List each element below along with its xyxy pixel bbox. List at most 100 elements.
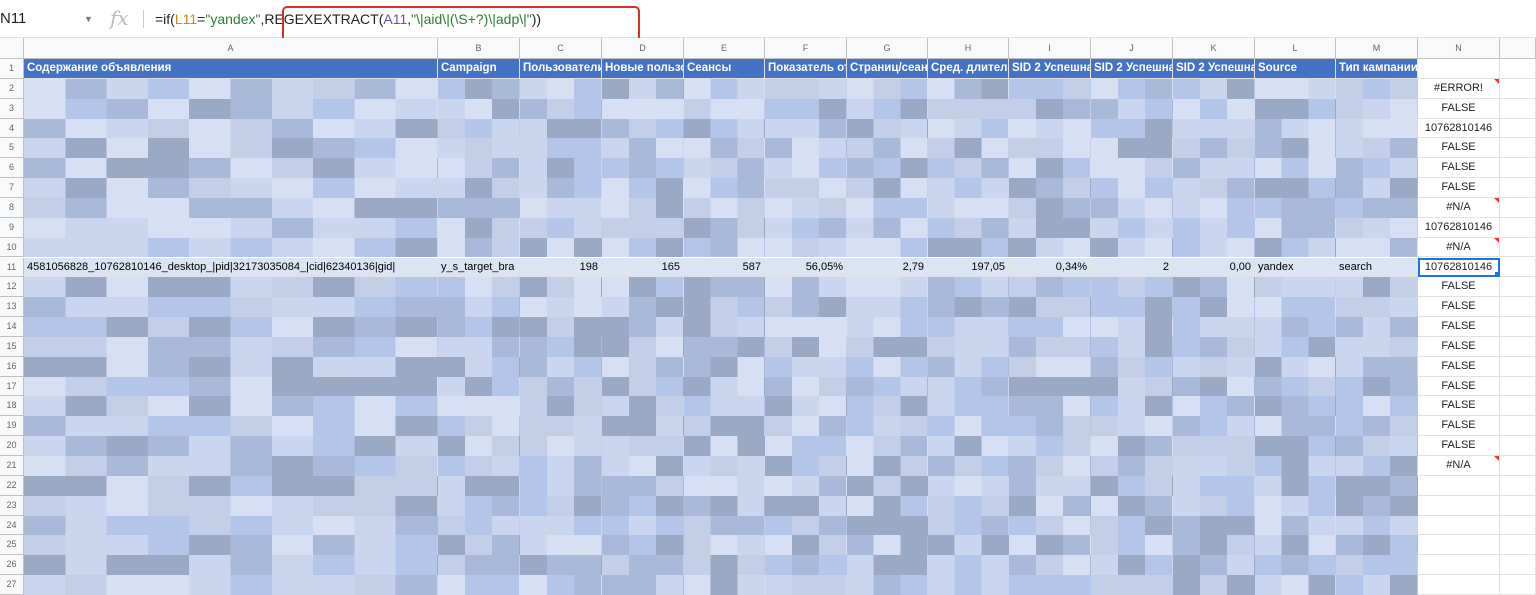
blurred-cell[interactable] xyxy=(520,456,602,476)
column-header-extra[interactable] xyxy=(1500,38,1536,59)
blurred-cell[interactable] xyxy=(1009,78,1091,99)
blurred-cell[interactable] xyxy=(1173,396,1255,417)
blurred-cell[interactable] xyxy=(847,336,928,357)
blurred-cell[interactable] xyxy=(1255,197,1336,218)
blurred-cell[interactable] xyxy=(520,555,602,576)
column-header-M[interactable]: M xyxy=(1336,38,1418,59)
blurred-cell[interactable] xyxy=(1173,118,1255,139)
blurred-cell[interactable] xyxy=(24,575,438,595)
blurred-cell[interactable] xyxy=(928,178,1009,198)
blurred-cell[interactable] xyxy=(1009,495,1091,516)
blurred-cell[interactable] xyxy=(438,336,520,357)
row-header[interactable]: 12 xyxy=(0,277,24,298)
blurred-cell[interactable] xyxy=(1173,297,1255,318)
result-cell[interactable]: FALSE xyxy=(1418,436,1500,456)
blurred-cell[interactable] xyxy=(1173,138,1255,159)
blurred-cell[interactable] xyxy=(1255,217,1336,238)
blurred-cell[interactable] xyxy=(1009,416,1091,437)
blurred-cell[interactable] xyxy=(438,495,520,516)
blurred-cell[interactable] xyxy=(684,336,765,357)
blurred-cell[interactable] xyxy=(602,535,684,556)
blurred-cell[interactable] xyxy=(520,376,602,397)
row-header[interactable]: 23 xyxy=(0,495,24,516)
blurred-cell[interactable] xyxy=(520,138,602,159)
blurred-cell[interactable] xyxy=(928,356,1009,377)
row-header[interactable]: 5 xyxy=(0,138,24,159)
blurred-cell[interactable] xyxy=(602,456,684,476)
result-cell[interactable]: FALSE xyxy=(1418,376,1500,397)
blurred-cell[interactable] xyxy=(765,277,847,298)
blurred-cell[interactable] xyxy=(765,515,847,536)
blurred-cell[interactable] xyxy=(684,535,765,556)
blurred-cell[interactable] xyxy=(602,158,684,179)
empty-cell[interactable] xyxy=(1500,456,1536,476)
empty-cell[interactable] xyxy=(1500,376,1536,397)
header-cell[interactable]: Страниц/сеанс xyxy=(847,59,928,79)
blurred-cell[interactable] xyxy=(684,297,765,318)
blurred-cell[interactable] xyxy=(847,178,928,198)
blurred-cell[interactable] xyxy=(847,456,928,476)
blurred-cell[interactable] xyxy=(765,197,847,218)
row-header[interactable]: 27 xyxy=(0,575,24,595)
blurred-cell[interactable] xyxy=(1091,217,1173,238)
row-header[interactable]: 6 xyxy=(0,158,24,179)
blurred-cell[interactable] xyxy=(438,277,520,298)
blurred-cell[interactable] xyxy=(1173,317,1255,337)
empty-cell[interactable] xyxy=(1500,535,1536,556)
blurred-cell[interactable] xyxy=(847,495,928,516)
blurred-cell[interactable] xyxy=(1255,78,1336,99)
blurred-cell[interactable] xyxy=(1336,356,1418,377)
blurred-cell[interactable] xyxy=(765,356,847,377)
blurred-cell[interactable] xyxy=(1255,178,1336,198)
row-header[interactable]: 19 xyxy=(0,416,24,437)
blurred-cell[interactable] xyxy=(1336,555,1418,576)
blurred-cell[interactable] xyxy=(765,456,847,476)
blurred-cell[interactable] xyxy=(438,197,520,218)
header-cell[interactable] xyxy=(1418,59,1500,79)
data-cell[interactable]: 198 xyxy=(520,257,602,278)
blurred-cell[interactable] xyxy=(1173,575,1255,595)
blurred-cell[interactable] xyxy=(1336,336,1418,357)
blurred-cell[interactable] xyxy=(684,376,765,397)
row-header[interactable]: 24 xyxy=(0,515,24,536)
empty-cell[interactable] xyxy=(1500,178,1536,198)
blurred-cell[interactable] xyxy=(847,217,928,238)
blurred-cell[interactable] xyxy=(520,178,602,198)
blurred-cell[interactable] xyxy=(438,237,520,258)
blurred-cell[interactable] xyxy=(1336,178,1418,198)
blurred-cell[interactable] xyxy=(1009,535,1091,556)
blurred-cell[interactable] xyxy=(1091,98,1173,119)
blurred-cell[interactable] xyxy=(765,495,847,516)
column-header-H[interactable]: H xyxy=(928,38,1009,59)
blurred-cell[interactable] xyxy=(847,436,928,456)
blurred-cell[interactable] xyxy=(847,138,928,159)
blurred-cell[interactable] xyxy=(520,237,602,258)
empty-cell[interactable] xyxy=(1500,356,1536,377)
blurred-cell[interactable] xyxy=(1091,78,1173,99)
result-cell[interactable]: 10762810146 xyxy=(1418,257,1500,278)
result-cell[interactable] xyxy=(1418,555,1500,576)
blurred-cell[interactable] xyxy=(438,317,520,337)
empty-cell[interactable] xyxy=(1500,78,1536,99)
blurred-cell[interactable] xyxy=(24,336,438,357)
blurred-cell[interactable] xyxy=(684,356,765,377)
blurred-cell[interactable] xyxy=(24,78,438,99)
blurred-cell[interactable] xyxy=(684,416,765,437)
blurred-cell[interactable] xyxy=(1336,416,1418,437)
blurred-cell[interactable] xyxy=(765,217,847,238)
blurred-cell[interactable] xyxy=(928,78,1009,99)
empty-cell[interactable] xyxy=(1500,197,1536,218)
blurred-cell[interactable] xyxy=(1173,535,1255,556)
blurred-cell[interactable] xyxy=(684,575,765,595)
blurred-cell[interactable] xyxy=(1091,138,1173,159)
blurred-cell[interactable] xyxy=(1173,78,1255,99)
empty-cell[interactable] xyxy=(1500,475,1536,496)
blurred-cell[interactable] xyxy=(24,376,438,397)
blurred-cell[interactable] xyxy=(1091,356,1173,377)
blurred-cell[interactable] xyxy=(1173,456,1255,476)
blurred-cell[interactable] xyxy=(765,336,847,357)
blurred-cell[interactable] xyxy=(684,495,765,516)
blurred-cell[interactable] xyxy=(847,158,928,179)
blurred-cell[interactable] xyxy=(928,376,1009,397)
blurred-cell[interactable] xyxy=(1009,197,1091,218)
